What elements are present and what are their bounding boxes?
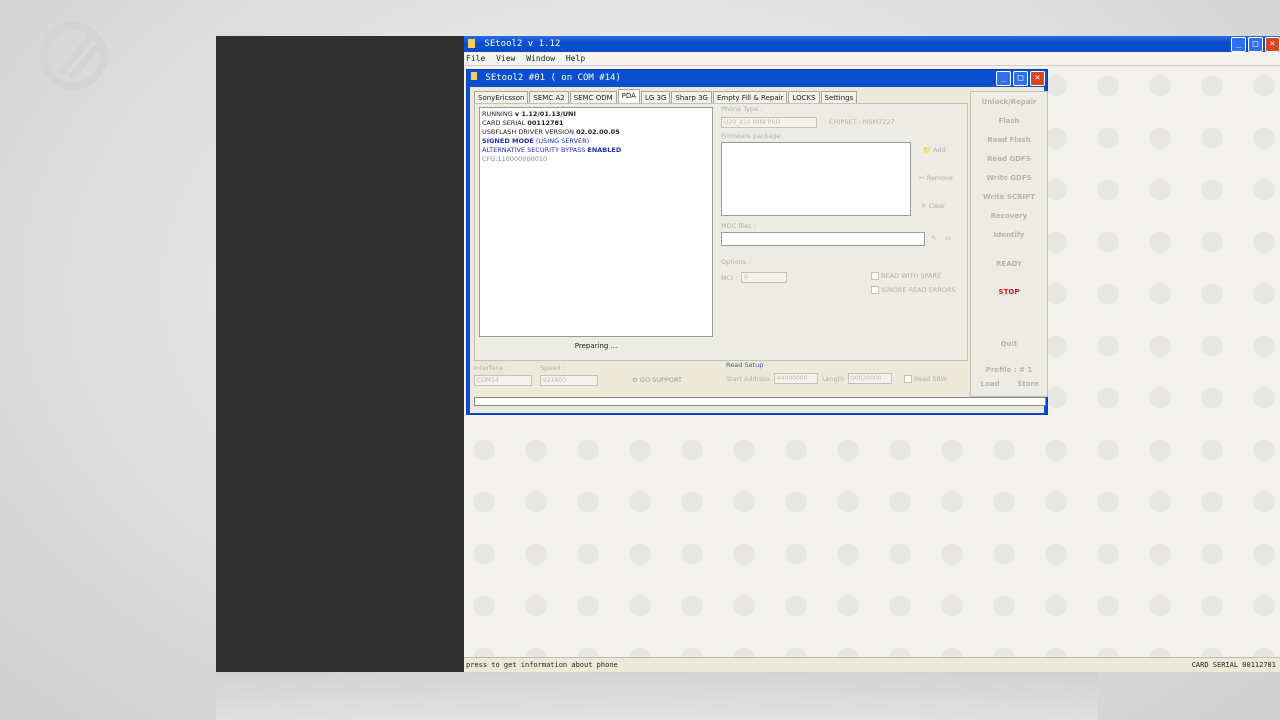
menu-bar: File View Window Help [464, 52, 1280, 66]
clear-button[interactable]: ✕ Clear [921, 202, 946, 210]
read-flash-button[interactable]: Read Flash [971, 136, 1047, 144]
edit-icon[interactable]: ✎ [931, 234, 936, 242]
progress-text: Preparing ... [574, 342, 618, 350]
menu-help[interactable]: Help [566, 54, 585, 63]
ignore-read-errors-checkbox[interactable]: IGNORE READ ERRORS [871, 286, 956, 294]
child-app-icon [471, 72, 477, 80]
go-support-button[interactable]: ⚙ GO SUPPORT [632, 376, 682, 384]
mci-select[interactable]: 0 [741, 272, 787, 283]
minimize-button[interactable]: _ [1231, 37, 1246, 52]
add-button[interactable]: 📁 Add [923, 146, 946, 154]
menu-window[interactable]: Window [526, 54, 555, 63]
remove-button[interactable]: ✂ Remove [919, 174, 953, 182]
firmware-list[interactable] [721, 142, 911, 216]
stop-button[interactable]: STOP [971, 288, 1047, 296]
speed-label: Speed : [540, 364, 565, 372]
status-hint: press to get information about phone [466, 661, 618, 669]
write-script-button[interactable]: Write SCRIPT [971, 193, 1047, 201]
recovery-button[interactable]: Recovery [971, 212, 1047, 220]
child-body: SonyEricsson SEMC A2 SEMC ODM PDA LG 3G … [470, 87, 1048, 413]
child-titlebar[interactable]: SEtool2 #01 ( on COM #14) _ □ ✕ [467, 70, 1047, 86]
read-setup-label: Read Setup [726, 361, 764, 369]
app-window: SEtool2 v 1.12 _ □ ✕ File View Window He… [464, 36, 1280, 672]
child-maximize-button[interactable]: □ [1013, 71, 1028, 86]
unlock-repair-button[interactable]: Unlock/Repair [971, 98, 1047, 106]
mdc-files-input[interactable] [721, 232, 925, 246]
brand-logo-icon [40, 22, 106, 90]
flash-button[interactable]: Flash [971, 117, 1047, 125]
app-icon [468, 39, 475, 48]
log-output[interactable]: RUNNING v 1.12/01.13/UNI CARD SERIAL 001… [479, 107, 713, 337]
menu-view[interactable]: View [496, 54, 515, 63]
global-progress-bar [474, 397, 1046, 406]
phone-type-label: Phone Type : [721, 105, 763, 113]
phone-type-select[interactable]: U20_X10 MINI PRO [721, 117, 817, 128]
interface-select[interactable]: COM14 [474, 375, 532, 386]
read-gdfs-button[interactable]: Read GDFS [971, 155, 1047, 163]
child-window: SEtool2 #01 ( on COM #14) _ □ ✕ SonyEric… [466, 69, 1048, 415]
start-address-label: Start Address [726, 375, 770, 383]
child-minimize-button[interactable]: _ [996, 71, 1011, 86]
log-line: USBFLASH DRIVER VERSION 02.02.00.05 [482, 128, 620, 136]
log-line: CARD SERIAL 00112781 [482, 119, 564, 127]
speed-select[interactable]: 921600 [540, 375, 598, 386]
folder-icon[interactable]: ▭ [945, 234, 951, 242]
pda-tab-panel: RUNNING v 1.12/01.13/UNI CARD SERIAL 001… [474, 103, 968, 361]
read-with-spare-checkbox[interactable]: READ WITH SPARE [871, 272, 941, 280]
interface-label: Interface : [474, 364, 508, 372]
length-input[interactable]: 00020000 [848, 373, 892, 384]
read-sbw-checkbox[interactable]: Read SBW [904, 375, 947, 383]
options-label: Options : [721, 258, 751, 266]
card-serial-status: CARD SERIAL 00112781 [1191, 661, 1276, 669]
maximize-button[interactable]: □ [1248, 37, 1263, 52]
log-line: SIGNED MODE (USING SERVER) [482, 137, 590, 145]
write-gdfs-button[interactable]: Write GDFS [971, 174, 1047, 182]
mci-label: MCI : [721, 274, 738, 282]
tab-pda[interactable]: PDA [617, 89, 640, 104]
profile-label: Profile : # 1 [985, 366, 1033, 374]
status-bar: press to get information about phone CAR… [464, 657, 1280, 672]
length-label: Length [822, 375, 845, 383]
reflection [216, 672, 1098, 720]
chipset-label: CHIPSET : MSM7227 [829, 118, 895, 126]
ready-status: READY [996, 260, 1022, 268]
action-panel: Unlock/Repair Flash Read Flash Read GDFS… [970, 91, 1048, 397]
start-address-input[interactable]: 44000000 [774, 373, 818, 384]
load-button[interactable]: Load [971, 380, 1009, 388]
child-title: SEtool2 #01 ( on COM #14) [485, 73, 621, 83]
identify-button[interactable]: Identify [971, 231, 1047, 239]
close-button[interactable]: ✕ [1265, 37, 1280, 52]
store-button[interactable]: Store [1009, 380, 1047, 388]
firmware-label: Firmware package: [721, 132, 783, 140]
child-close-button[interactable]: ✕ [1030, 71, 1045, 86]
quit-button[interactable]: Quit [971, 340, 1047, 348]
log-line: CFG:110000000010 [482, 155, 548, 163]
log-line: RUNNING v 1.12/01.13/UNI [482, 110, 576, 118]
log-line: ALTERNATIVE SECURITY BYPASS ENABLED [482, 146, 622, 154]
app-titlebar[interactable]: SEtool2 v 1.12 _ □ ✕ [464, 36, 1280, 52]
menu-file[interactable]: File [466, 54, 485, 63]
app-title: SEtool2 v 1.12 [484, 39, 561, 49]
mdc-label: MDC files : [721, 222, 756, 230]
video-frame: SEtool2 v 1.12 _ □ ✕ File View Window He… [216, 36, 1280, 672]
